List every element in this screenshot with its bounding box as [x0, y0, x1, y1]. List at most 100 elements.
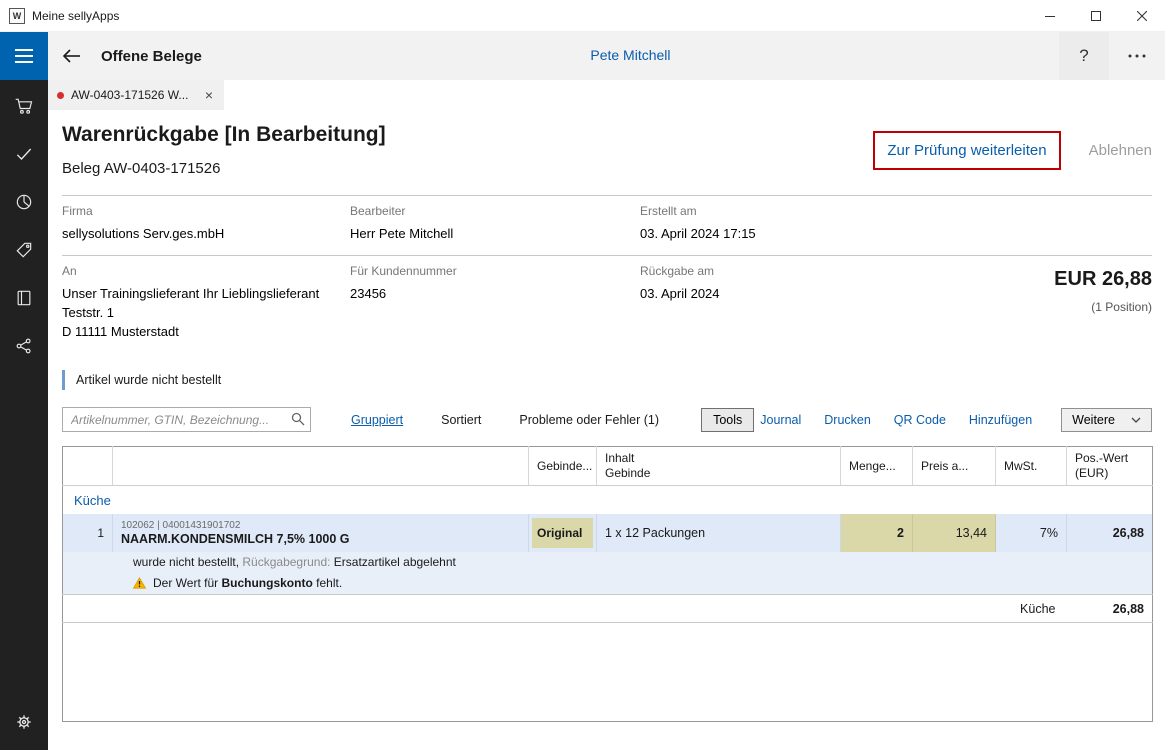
share-icon — [14, 336, 34, 356]
back-arrow-icon — [62, 48, 82, 64]
main-area: AW-0403-171526 W... × Warenrückgabe [In … — [48, 80, 1165, 750]
row-preis[interactable]: 13,44 — [913, 514, 996, 552]
journal-link[interactable]: Journal — [760, 413, 801, 427]
titlebar-left: W Meine sellyApps — [0, 8, 119, 24]
sidebar-item-journal[interactable] — [0, 274, 48, 322]
drucken-link[interactable]: Drucken — [824, 413, 871, 427]
col-article-header[interactable] — [113, 447, 529, 486]
qr-code-link[interactable]: QR Code — [894, 413, 946, 427]
settings-gear-icon — [14, 712, 34, 732]
field-an-line2: Teststr. 1 — [62, 304, 350, 323]
field-rueckgabe-am-value: 03. April 2024 — [640, 285, 922, 304]
field-rueckgabe-am-label: Rückgabe am — [640, 264, 922, 278]
hamburger-menu-button[interactable] — [0, 32, 48, 80]
app-header: Offene Belege Pete Mitchell ? — [0, 32, 1165, 80]
table-row[interactable]: 1 102062 | 04001431901702 NAARM.KONDENSM… — [63, 514, 1153, 552]
tools-button[interactable]: Tools — [701, 408, 754, 432]
back-button[interactable] — [48, 32, 96, 80]
reject-button[interactable]: Ablehnen — [1089, 142, 1152, 159]
close-icon — [1137, 11, 1147, 21]
col-mwst-header[interactable]: MwSt. — [996, 447, 1067, 486]
document-header: Warenrückgabe [In Bearbeitung] Beleg AW-… — [62, 123, 1152, 177]
subtotal-group-label: Küche — [63, 595, 1067, 623]
gruppiert-toggle[interactable]: Gruppiert — [351, 413, 403, 427]
col-preis-header[interactable]: Preis a... — [913, 447, 996, 486]
row-menge[interactable]: 2 — [841, 514, 913, 552]
tab-label: AW-0403-171526 W... — [71, 88, 196, 102]
titlebar: W Meine sellyApps — [0, 0, 1165, 32]
col-inhalt-header[interactable]: Inhalt Gebinde — [597, 447, 841, 486]
cart-icon — [14, 96, 34, 116]
field-an-label: An — [62, 264, 350, 278]
subtotal-value: 26,88 — [1067, 595, 1153, 623]
info-row-1: Firma sellysolutions Serv.ges.mbH Bearbe… — [62, 195, 1152, 255]
reason-value: Ersatzartikel abgelehnt — [330, 555, 455, 569]
hinzufuegen-link[interactable]: Hinzufügen — [969, 413, 1032, 427]
document-number: Beleg AW-0403-171526 — [62, 160, 386, 177]
group-label[interactable]: Küche — [63, 486, 1153, 515]
user-name[interactable]: Pete Mitchell — [590, 47, 670, 63]
field-erstellt-am: Erstellt am 03. April 2024 17:15 — [640, 204, 922, 244]
field-bearbeiter-value: Herr Pete Mitchell — [350, 225, 640, 244]
note-marker — [62, 370, 65, 390]
tab-status-dot-icon — [57, 92, 64, 99]
col-gebinde-header[interactable]: Gebinde... — [529, 447, 597, 486]
page-title: Offene Belege — [101, 48, 202, 65]
reason-flag: wurde nicht bestellt, — [133, 555, 242, 569]
table-empty-space — [63, 623, 1153, 722]
checkmark-icon — [14, 144, 34, 164]
field-kundennummer-value: 23456 — [350, 285, 640, 304]
field-bearbeiter: Bearbeiter Herr Pete Mitchell — [350, 204, 640, 244]
maximize-icon — [1091, 11, 1101, 21]
document-note: Artikel wurde nicht bestellt — [62, 370, 1152, 390]
col-inhalt-line2: Gebinde — [605, 466, 832, 481]
weitere-dropdown[interactable]: Weitere — [1061, 408, 1152, 432]
table-header-row: Gebinde... Inhalt Gebinde Menge... Preis… — [63, 447, 1153, 486]
col-menge-header[interactable]: Menge... — [841, 447, 913, 486]
sidebar-item-cart[interactable] — [0, 82, 48, 130]
sidebar-item-share[interactable] — [0, 322, 48, 370]
search-input[interactable] — [62, 407, 311, 432]
info-grid: Firma sellysolutions Serv.ges.mbH Bearbe… — [62, 195, 1152, 352]
row-gebinde-cell[interactable]: Original — [529, 514, 597, 552]
article-code: 102062 | 04001431901702 — [121, 520, 520, 531]
sortiert-toggle[interactable]: Sortiert — [441, 413, 481, 427]
warning-field: Buchungskonto — [221, 576, 312, 590]
ellipsis-icon — [1128, 54, 1146, 58]
group-row: Küche — [63, 486, 1153, 515]
document-actions: Zur Prüfung weiterleiten Ablehnen — [873, 131, 1152, 170]
positions-table: Gebinde... Inhalt Gebinde Menge... Preis… — [62, 446, 1153, 722]
sidebar-item-settings[interactable] — [0, 698, 48, 746]
maximize-button[interactable] — [1073, 0, 1119, 32]
tab-close-icon[interactable]: × — [203, 87, 215, 103]
field-an-line3: D 11111 Musterstadt — [62, 323, 350, 342]
hamburger-icon — [15, 49, 33, 63]
more-options-button[interactable] — [1109, 32, 1165, 80]
info-row-2: An Unser Trainingslieferant Ihr Liebling… — [62, 255, 1152, 353]
col-number-header[interactable] — [63, 447, 113, 486]
reason-label: Rückgabegrund: — [242, 555, 330, 569]
sidebar-item-tags[interactable] — [0, 226, 48, 274]
total-positions: (1 Position) — [922, 300, 1152, 314]
help-button[interactable]: ? — [1059, 32, 1109, 80]
minimize-button[interactable] — [1027, 0, 1073, 32]
row-reason-line: wurde nicht bestellt, Rückgabegrund: Ers… — [63, 552, 1153, 573]
sidebar-item-approvals[interactable] — [0, 130, 48, 178]
gebinde-badge: Original — [532, 518, 593, 548]
positions-toolbar: Gruppiert Sortiert Probleme oder Fehler … — [62, 407, 1152, 432]
document-titles: Warenrückgabe [In Bearbeitung] Beleg AW-… — [62, 123, 386, 177]
sidebar-item-reports[interactable] — [0, 178, 48, 226]
probleme-filter[interactable]: Probleme oder Fehler (1) — [519, 413, 659, 427]
warning-pre: Der Wert für — [153, 576, 221, 590]
field-firma-value: sellysolutions Serv.ges.mbH — [62, 225, 350, 244]
document-content: Warenrückgabe [In Bearbeitung] Beleg AW-… — [48, 110, 1165, 722]
note-text: Artikel wurde nicht bestellt — [76, 373, 221, 387]
forward-for-review-button[interactable]: Zur Prüfung weiterleiten — [873, 131, 1060, 170]
close-button[interactable] — [1119, 0, 1165, 32]
sidebar — [0, 80, 48, 750]
tab-bar: AW-0403-171526 W... × — [48, 80, 1165, 110]
col-poswert-header[interactable]: Pos.-Wert (EUR) — [1067, 447, 1153, 486]
search-box — [62, 407, 311, 432]
chevron-down-icon — [1131, 417, 1141, 423]
tab-document[interactable]: AW-0403-171526 W... × — [48, 80, 224, 110]
